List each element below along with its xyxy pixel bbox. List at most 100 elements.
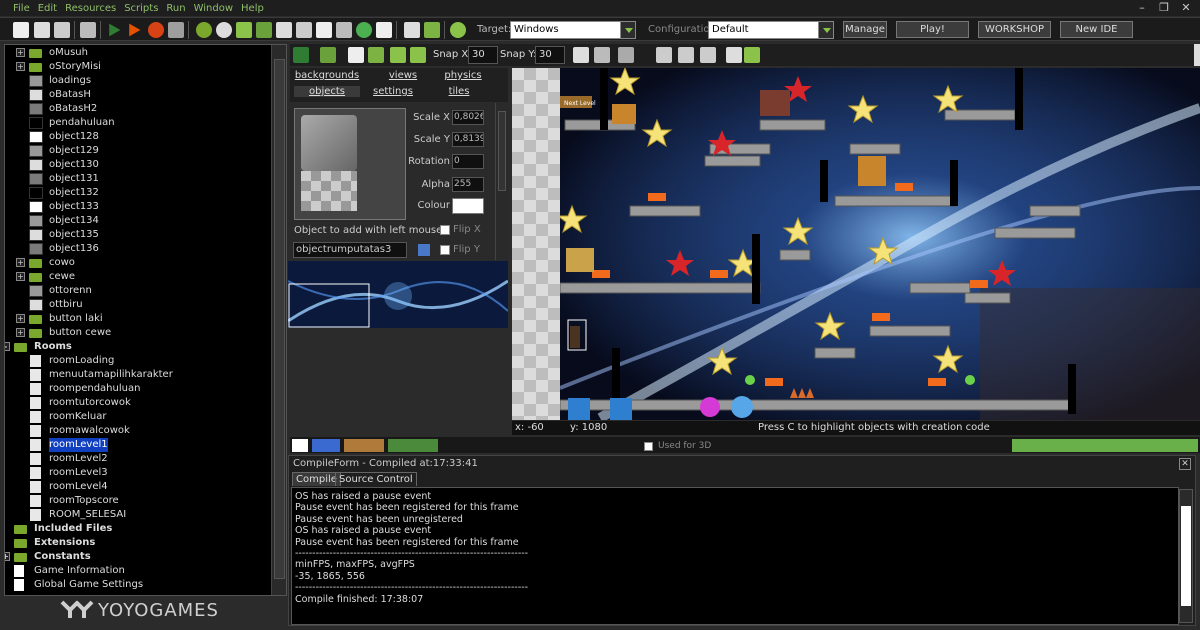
flip-y-checkbox[interactable] xyxy=(440,245,450,255)
used-3d-checkbox[interactable] xyxy=(644,442,653,451)
tree-item[interactable]: roomLevel3 xyxy=(5,466,270,480)
snap-x-input[interactable]: 30 xyxy=(468,46,498,64)
tree-item[interactable]: oBatasH xyxy=(5,88,270,102)
menu-edit[interactable]: Edit xyxy=(38,3,57,14)
tree-item[interactable]: Extensions xyxy=(5,536,270,550)
sprite-icon[interactable] xyxy=(196,22,212,38)
iso-grid-icon[interactable] xyxy=(594,47,610,63)
zoom-in-icon[interactable] xyxy=(656,47,672,63)
path-icon[interactable] xyxy=(256,22,272,38)
help-icon[interactable] xyxy=(450,22,466,38)
alpha-input[interactable]: 255 xyxy=(452,177,484,192)
expand-icon[interactable]: + xyxy=(16,62,25,71)
tree-item[interactable]: menuutamapilihkarakter xyxy=(5,368,270,382)
tree-item[interactable]: object133 xyxy=(5,200,270,214)
tree-item[interactable]: + oStoryMisi xyxy=(5,60,270,74)
tree-item[interactable]: Game Information xyxy=(5,564,270,578)
tree-item[interactable]: object131 xyxy=(5,172,270,186)
script-icon[interactable] xyxy=(276,22,292,38)
new-ide-button[interactable]: New IDE xyxy=(1060,21,1133,38)
tree-item[interactable]: roomKeluar xyxy=(5,410,270,424)
expand-icon[interactable]: + xyxy=(16,48,25,57)
undo-icon[interactable] xyxy=(320,47,336,63)
minimize-icon[interactable]: – xyxy=(1134,1,1150,15)
shift-icon[interactable] xyxy=(368,47,384,63)
tree-item[interactable]: object135 xyxy=(5,228,270,242)
tab-physics[interactable]: physics xyxy=(430,70,496,81)
tree-item[interactable]: loadings xyxy=(5,74,270,88)
unlock-icon[interactable] xyxy=(410,47,426,63)
font-icon[interactable] xyxy=(316,22,332,38)
restore-icon[interactable]: ❐ xyxy=(1156,1,1172,15)
scale-x-input[interactable]: 0,8026 xyxy=(452,110,484,125)
ok-icon[interactable] xyxy=(293,47,309,63)
add-icon[interactable] xyxy=(424,22,440,38)
debug-icon[interactable] xyxy=(129,23,141,37)
tree-item[interactable]: oBatasH2 xyxy=(5,102,270,116)
expand-icon[interactable]: + xyxy=(16,328,25,337)
tree-item[interactable]: roomLevel4 xyxy=(5,480,270,494)
tree-item[interactable]: + button laki xyxy=(5,312,270,326)
tree-item[interactable]: Included Files xyxy=(5,522,270,536)
object-select[interactable]: objectrumputatas3 xyxy=(293,242,407,258)
panel-thumb-2[interactable] xyxy=(312,439,340,452)
tab-settings[interactable]: settings xyxy=(360,86,426,97)
tab-compile[interactable]: Compile xyxy=(292,472,341,486)
snap-y-input[interactable]: 30 xyxy=(535,46,565,64)
tab-backgrounds[interactable]: backgrounds xyxy=(294,70,360,81)
rotation-input[interactable]: 0 xyxy=(452,154,484,169)
tab-views[interactable]: views xyxy=(370,70,436,81)
room-minimap[interactable] xyxy=(288,261,508,328)
export-icon[interactable] xyxy=(80,22,96,38)
compile-scrollbar[interactable] xyxy=(1179,489,1193,623)
object-menu-icon[interactable] xyxy=(418,244,430,256)
flip-x-checkbox[interactable] xyxy=(440,225,450,235)
props-scroll-thumb[interactable] xyxy=(498,111,506,191)
manage-button[interactable]: Manage xyxy=(843,21,887,38)
background-icon[interactable] xyxy=(236,22,252,38)
tab-objects[interactable]: objects xyxy=(294,86,360,97)
game-info-icon[interactable] xyxy=(404,22,420,38)
tree-item[interactable]: roomtutorcowok xyxy=(5,396,270,410)
zoom-reset-icon[interactable] xyxy=(700,47,716,63)
menu-resources[interactable]: Resources xyxy=(65,3,116,14)
save-icon[interactable] xyxy=(54,22,70,38)
tab-source-control[interactable]: Source Control xyxy=(335,472,417,486)
tree-item[interactable]: + oMusuh xyxy=(5,46,270,60)
run-icon[interactable] xyxy=(109,23,121,37)
scrollbar-thumb[interactable] xyxy=(274,59,285,579)
menu-run[interactable]: Run xyxy=(166,3,185,14)
tree-item[interactable]: roomawalcowok xyxy=(5,424,270,438)
panel-thumb-3[interactable] xyxy=(344,439,384,452)
open-file-icon[interactable] xyxy=(34,22,50,38)
clear-icon[interactable] xyxy=(348,47,364,63)
tree-item[interactable]: object136 xyxy=(5,242,270,256)
scale-y-input[interactable]: 0,8139 xyxy=(452,132,484,147)
props-scrollbar[interactable] xyxy=(495,103,508,260)
grid-icon[interactable] xyxy=(573,47,589,63)
tree-item[interactable]: roomLoading xyxy=(5,354,270,368)
sound-icon[interactable] xyxy=(216,22,232,38)
room-icon[interactable] xyxy=(376,22,392,38)
menu-window[interactable]: Window xyxy=(194,3,233,14)
list-icon[interactable] xyxy=(726,47,742,63)
tree-scrollbar[interactable] xyxy=(271,45,286,595)
build-icon[interactable] xyxy=(168,22,184,38)
menu-scripts[interactable]: Scripts xyxy=(124,3,158,14)
tree-item[interactable]: + Constants xyxy=(5,550,270,564)
tree-item[interactable]: ottbiru xyxy=(5,298,270,312)
close-icon[interactable]: ✕ xyxy=(1179,458,1191,470)
room-canvas[interactable]: Next Level xyxy=(512,68,1200,420)
panel-thumb-5[interactable] xyxy=(1012,439,1198,452)
tree-item[interactable]: roomTopscore xyxy=(5,494,270,508)
tree-item[interactable]: ottorenn xyxy=(5,284,270,298)
compile-scroll-thumb[interactable] xyxy=(1181,506,1191,606)
room-help-icon[interactable] xyxy=(744,47,760,63)
timeline-icon[interactable] xyxy=(336,22,352,38)
tree-item[interactable]: - Rooms xyxy=(5,340,270,354)
tree-item[interactable]: object132 xyxy=(5,186,270,200)
menu-file[interactable]: File xyxy=(13,3,30,14)
collapse-icon[interactable]: - xyxy=(5,342,10,351)
workshop-button[interactable]: WORKSHOP xyxy=(978,21,1051,38)
panel-thumb-4[interactable] xyxy=(388,439,438,452)
